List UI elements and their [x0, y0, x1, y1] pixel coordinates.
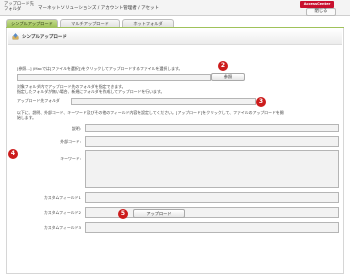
instruction-text: [参照...] (Macでは[ファイルを選択])をクリックしてアップロードするフ…	[17, 66, 183, 71]
tab-simple-upload[interactable]: シンプルアップロード	[6, 19, 58, 27]
folder-label: アップロード先フォルダ	[17, 98, 60, 103]
upload-panel: シンプルアップロード [参照...] (Macでは[ファイルを選択])をクリック…	[6, 28, 344, 274]
metadata-note-2: 始します。	[17, 115, 37, 120]
custom-field-1-input[interactable]	[85, 192, 339, 203]
marker-2: 2	[218, 61, 228, 71]
metadata-note-1: 以下に、説明、外部コード、キーワード及びその他のフィールド内容を設定してください…	[17, 110, 284, 115]
folder-field[interactable]	[71, 98, 256, 105]
panel-header: シンプルアップロード	[8, 29, 342, 45]
upload-icon	[12, 33, 19, 40]
keyword-field[interactable]	[85, 150, 339, 188]
brand-logo: AccessCenter	[300, 1, 334, 8]
tab-multi-upload[interactable]: マルチアップロード	[60, 19, 120, 27]
external-code-label: 外部コード:	[60, 139, 81, 144]
marker-3: 3	[256, 97, 266, 107]
browse-button[interactable]: 参照	[211, 73, 245, 81]
external-code-field[interactable]	[85, 136, 339, 147]
description-field[interactable]	[85, 124, 339, 132]
marker-5: 5	[118, 209, 128, 219]
custom-field-2-label: カスタムフィールド2	[43, 210, 81, 215]
app-title: アップロード先 フォルダ	[4, 2, 35, 12]
custom-field-3-input[interactable]	[85, 222, 339, 233]
panel-title: シンプルアップロード	[22, 35, 67, 40]
breadcrumb[interactable]: マーネットソリューションズ / アカウント管理者 / アセット	[38, 5, 159, 11]
tab-hot-folder[interactable]: ホットフォルダ	[122, 19, 174, 27]
close-button[interactable]: 閉じる	[306, 8, 336, 16]
upload-button[interactable]: アップロード	[133, 209, 185, 218]
description-label: 説明:	[71, 126, 81, 131]
keyword-label: キーワード:	[60, 156, 81, 161]
marker-4: 4	[8, 149, 18, 159]
top-bar: アップロード先 フォルダ マーネットソリューションズ / アカウント管理者 / …	[0, 0, 350, 16]
folder-note-2: 指定したフォルダが無い場合、新規にフォルダを作成してアップロードを行います。	[17, 89, 165, 94]
custom-field-1-label: カスタムフィールド1	[43, 195, 81, 200]
custom-field-3-label: カスタムフィールド3	[43, 225, 81, 230]
file-path-field[interactable]	[17, 74, 211, 81]
